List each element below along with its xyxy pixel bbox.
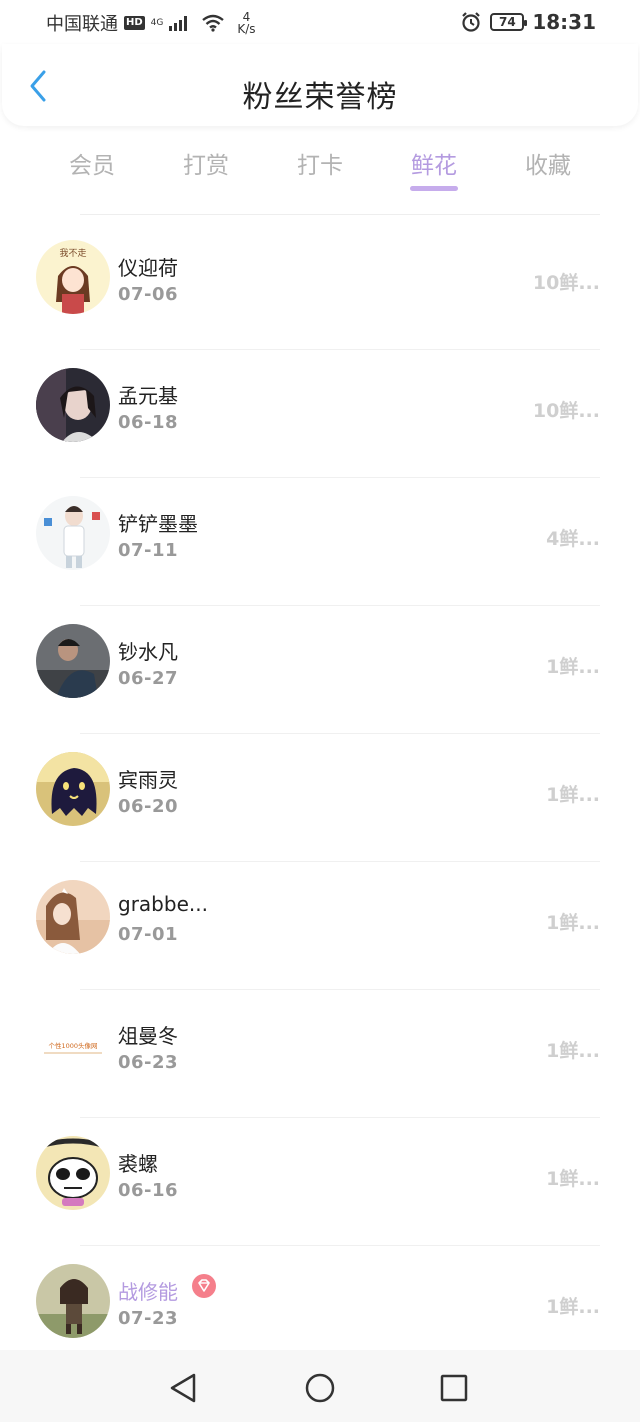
tabs-divider bbox=[80, 214, 600, 215]
svg-text:我不走: 我不走 bbox=[59, 248, 86, 259]
page-title: 粉丝荣誉榜 bbox=[242, 80, 398, 115]
avatar[interactable] bbox=[36, 880, 110, 954]
alarm-icon bbox=[462, 12, 481, 32]
flower-count: 1鲜... bbox=[546, 656, 600, 678]
flower-count: 10鲜... bbox=[532, 400, 600, 422]
circle-home-icon bbox=[305, 1373, 335, 1403]
fan-name: 裘螺 bbox=[118, 1152, 158, 1176]
battery-icon: 74 bbox=[490, 13, 528, 31]
list-item[interactable]: 孟元基 06-18 10鲜... bbox=[0, 350, 640, 478]
fan-date: 06-27 bbox=[118, 668, 179, 689]
signal-icon bbox=[169, 15, 188, 31]
avatar[interactable]: 个性1000头像网 bbox=[36, 1008, 110, 1082]
carrier-label: 中国联通 bbox=[46, 14, 118, 35]
fan-name: 孟元基 bbox=[118, 384, 178, 408]
avatar[interactable] bbox=[36, 368, 110, 442]
fan-name: 钞水凡 bbox=[118, 640, 178, 664]
nav-home-button[interactable] bbox=[300, 1368, 340, 1408]
nav-back-button[interactable] bbox=[164, 1368, 204, 1408]
net-speed: 4 K/s bbox=[237, 10, 256, 36]
tab-flowers[interactable]: 鲜花 bbox=[394, 146, 474, 180]
fan-date: 06-16 bbox=[118, 1180, 179, 1201]
nav-recents-button[interactable] bbox=[434, 1368, 474, 1408]
tab-member[interactable]: 会员 bbox=[52, 146, 132, 180]
flower-count: 1鲜... bbox=[546, 784, 600, 806]
fan-date: 06-18 bbox=[118, 412, 179, 433]
clock: 18:31 bbox=[532, 10, 596, 34]
list-item[interactable]: 裘螺 06-16 1鲜... bbox=[0, 1118, 640, 1246]
tab-checkin[interactable]: 打卡 bbox=[280, 146, 360, 180]
tab-reward[interactable]: 打赏 bbox=[166, 146, 246, 180]
fan-name: 仪迎荷 bbox=[118, 256, 178, 280]
list-item[interactable]: 个性1000头像网 俎曼冬 06-23 1鲜... bbox=[0, 990, 640, 1118]
flower-count: 1鲜... bbox=[546, 912, 600, 934]
avatar[interactable] bbox=[36, 1136, 110, 1210]
active-tab-indicator bbox=[410, 186, 458, 191]
wifi-icon bbox=[202, 14, 225, 32]
vip-diamond-badge bbox=[192, 1274, 216, 1298]
square-recents-icon bbox=[440, 1374, 468, 1402]
tab-favorites[interactable]: 收藏 bbox=[508, 146, 588, 180]
diamond-icon bbox=[198, 1279, 210, 1292]
flower-count: 1鲜... bbox=[546, 1296, 600, 1318]
list-item[interactable]: 钞水凡 06-27 1鲜... bbox=[0, 606, 640, 734]
app-header: 粉丝荣誉榜 bbox=[2, 44, 638, 126]
triangle-back-icon bbox=[170, 1373, 196, 1403]
status-bar: 中国联通 HD 4G 4 K/s 74 18:31 bbox=[0, 0, 640, 44]
system-nav-bar bbox=[0, 1350, 640, 1422]
fan-name: grabbe... bbox=[118, 892, 208, 916]
avatar[interactable] bbox=[36, 496, 110, 570]
flower-count: 10鲜... bbox=[532, 272, 600, 294]
list-item[interactable]: grabbe... 07-01 1鲜... bbox=[0, 862, 640, 990]
network-type: 4G bbox=[150, 17, 164, 28]
hd-badge: HD bbox=[124, 16, 145, 30]
fan-name: 战修能 bbox=[118, 1280, 178, 1304]
flower-count: 1鲜... bbox=[546, 1168, 600, 1190]
fan-ranking-list: 我不走 仪迎荷 07-06 10鲜... 孟元基 06-18 10鲜... 铲铲… bbox=[0, 222, 640, 1374]
fan-date: 07-23 bbox=[118, 1308, 179, 1329]
avatar[interactable] bbox=[36, 752, 110, 826]
avatar[interactable]: 我不走 bbox=[36, 240, 110, 314]
fan-date: 06-20 bbox=[118, 796, 179, 817]
flower-count: 4鲜... bbox=[546, 528, 600, 550]
fan-name: 俎曼冬 bbox=[118, 1024, 178, 1048]
tab-bar: 会员 打赏 打卡 鲜花 收藏 bbox=[0, 140, 640, 200]
fan-name: 铲铲墨墨 bbox=[118, 512, 198, 536]
fan-date: 07-06 bbox=[118, 284, 179, 305]
fan-name: 宾雨灵 bbox=[118, 768, 178, 792]
fan-date: 07-11 bbox=[118, 540, 179, 561]
fan-date: 07-01 bbox=[118, 924, 179, 945]
avatar[interactable] bbox=[36, 1264, 110, 1338]
list-item[interactable]: 我不走 仪迎荷 07-06 10鲜... bbox=[0, 222, 640, 350]
list-item[interactable]: 铲铲墨墨 07-11 4鲜... bbox=[0, 478, 640, 606]
fan-date: 06-23 bbox=[118, 1052, 179, 1073]
avatar[interactable] bbox=[36, 624, 110, 698]
svg-text:个性1000头像网: 个性1000头像网 bbox=[48, 1041, 97, 1050]
flower-count: 1鲜... bbox=[546, 1040, 600, 1062]
list-item[interactable]: 宾雨灵 06-20 1鲜... bbox=[0, 734, 640, 862]
